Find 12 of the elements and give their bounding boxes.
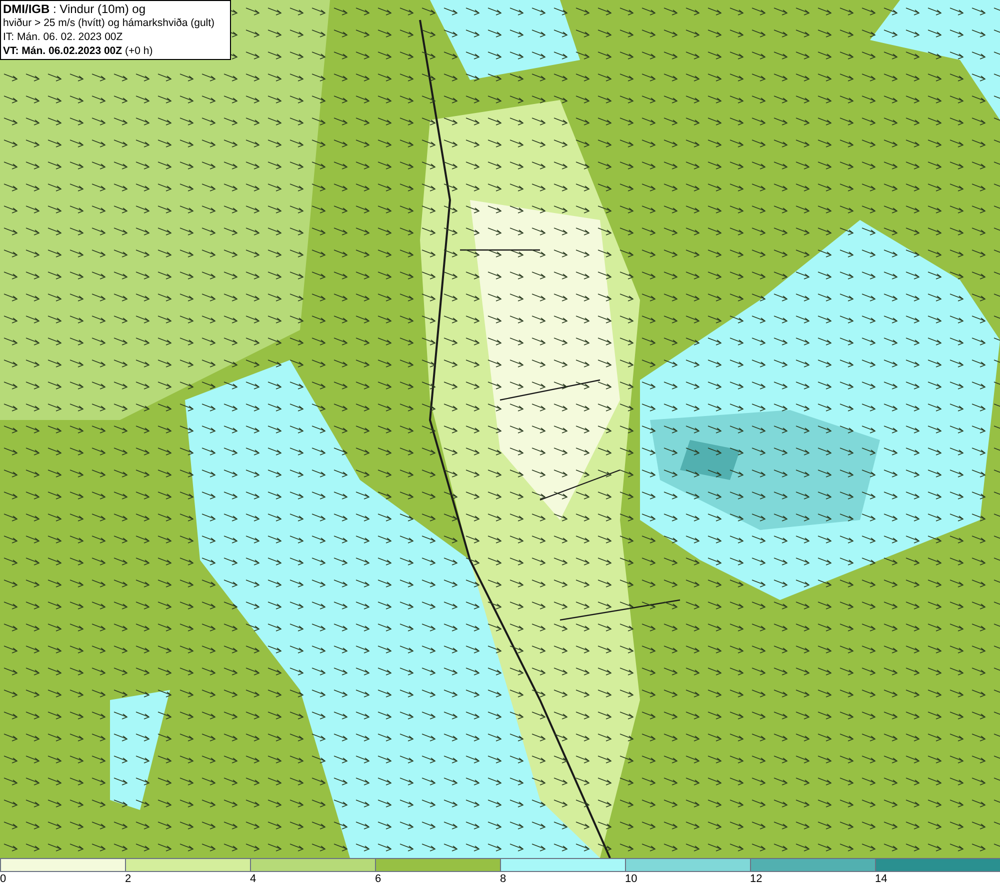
title-line: VT: Mán. 06.02.2023 00Z (+0 h) — [3, 44, 154, 58]
legend-label: 12 — [750, 872, 762, 887]
title-line: hviður > 25 m/s (hvítt) og hámarkshviða (gult) — [3, 16, 216, 30]
legend-label: 2 — [125, 872, 132, 887]
title-line: IT: Mán. 06. 02. 2023 00Z — [3, 30, 124, 44]
legend-label: 6 — [375, 872, 382, 887]
legend-label: 0 — [0, 872, 6, 887]
title-line: DMI/IGB : Vindur (10m) og — [3, 2, 146, 16]
legend-label: 4 — [250, 872, 256, 887]
legend-label: 10 — [625, 872, 638, 887]
legend-label: 14 — [875, 872, 888, 887]
legend-label: 8 — [500, 872, 506, 887]
